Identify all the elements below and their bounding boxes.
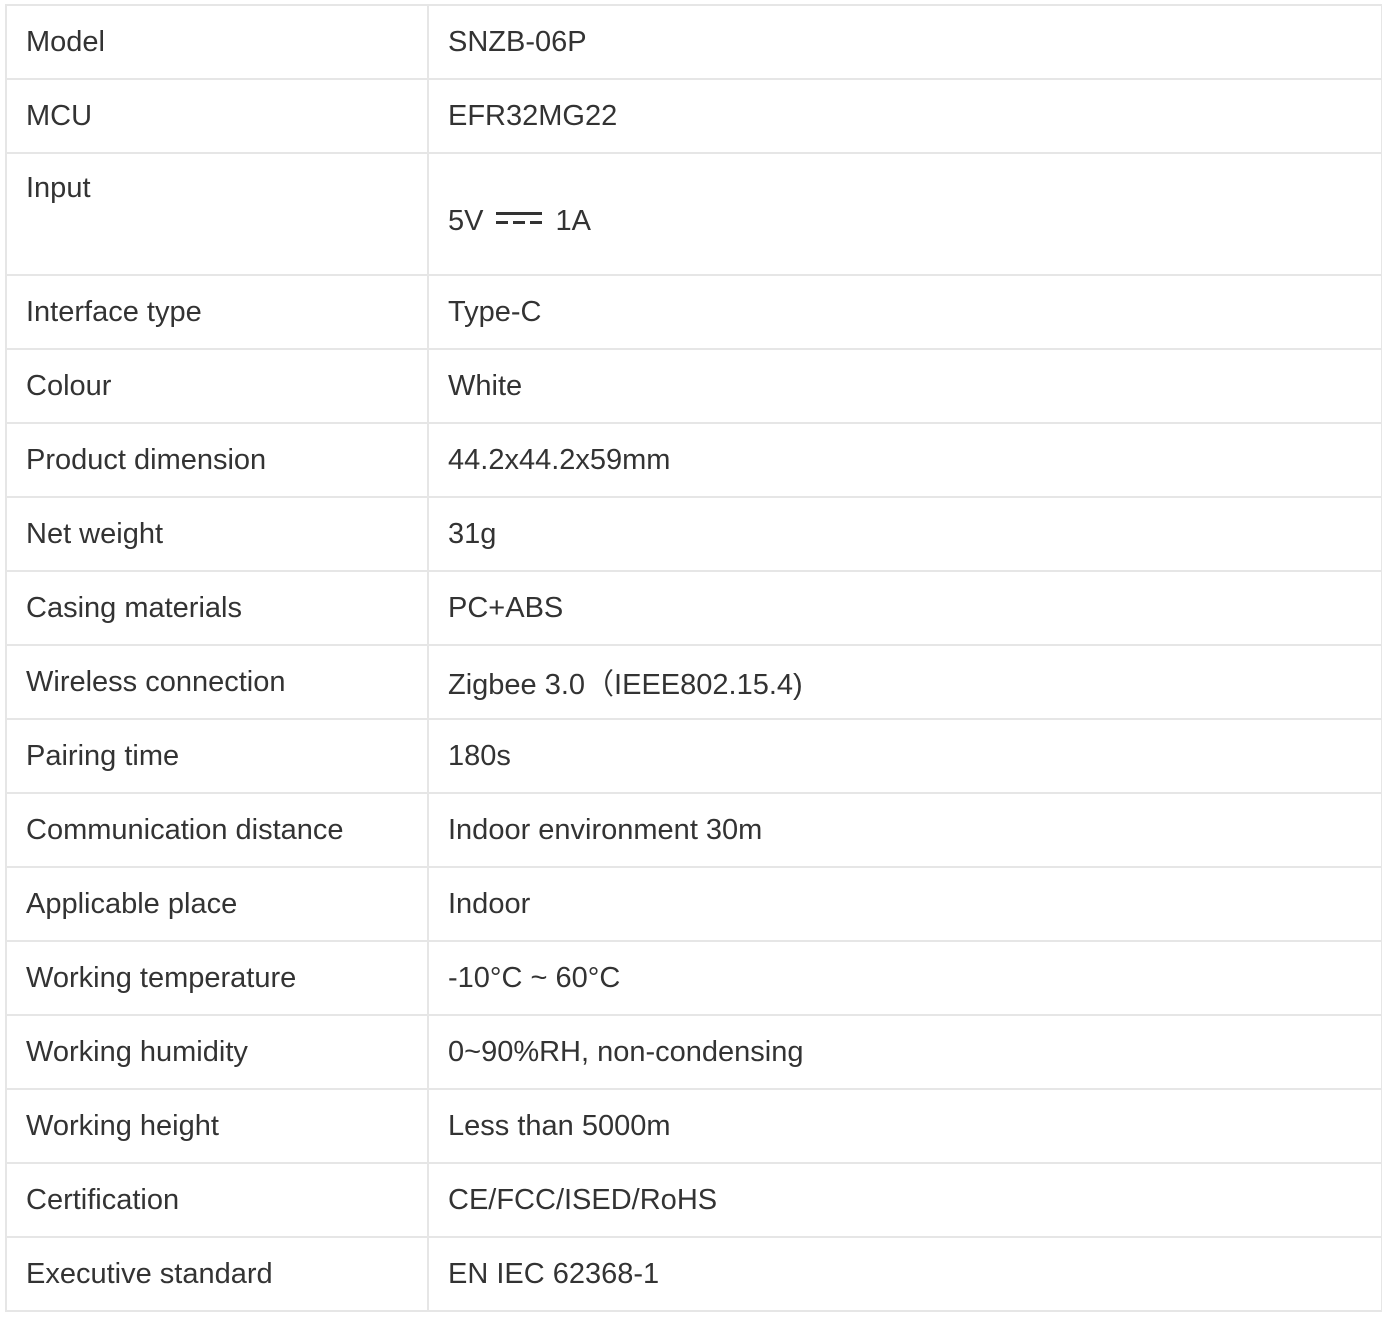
- table-row: Model SNZB-06P: [5, 4, 1382, 80]
- spec-value-net-weight: 31g: [427, 496, 1382, 572]
- spec-label-model: Model: [5, 4, 429, 80]
- spec-value-applicable-place: Indoor: [427, 866, 1382, 942]
- table-row: Wireless connection Zigbee 3.0（IEEE802.1…: [5, 644, 1382, 720]
- spec-value-executive-standard: EN IEC 62368-1: [427, 1236, 1382, 1312]
- spec-value-communication-distance: Indoor environment 30m: [427, 792, 1382, 868]
- spec-label-net-weight: Net weight: [5, 496, 429, 572]
- spec-label-certification: Certification: [5, 1162, 429, 1238]
- spec-label-input: Input: [5, 152, 429, 276]
- spec-label-casing-materials: Casing materials: [5, 570, 429, 646]
- input-current: 1A: [555, 205, 591, 237]
- table-row: Executive standard EN IEC 62368-1: [5, 1236, 1382, 1312]
- spec-label-applicable-place: Applicable place: [5, 866, 429, 942]
- spec-label-communication-distance: Communication distance: [5, 792, 429, 868]
- table-row: Working height Less than 5000m: [5, 1088, 1382, 1164]
- spec-label-working-height: Working height: [5, 1088, 429, 1164]
- spec-label-working-humidity: Working humidity: [5, 1014, 429, 1090]
- spec-value-wireless-connection: Zigbee 3.0（IEEE802.15.4): [427, 644, 1382, 720]
- spec-label-pairing-time: Pairing time: [5, 718, 429, 794]
- table-row: Applicable place Indoor: [5, 866, 1382, 942]
- spec-value-colour: White: [427, 348, 1382, 424]
- table-row: Working temperature -10°C ~ 60°C: [5, 940, 1382, 1016]
- table-row: Communication distance Indoor environmen…: [5, 792, 1382, 868]
- table-row: Net weight 31g: [5, 496, 1382, 572]
- input-voltage: 5V: [448, 205, 484, 237]
- specifications-table: Model SNZB-06P MCU EFR32MG22 Input 5V 1A…: [5, 4, 1382, 1312]
- spec-label-wireless-connection: Wireless connection: [5, 644, 429, 720]
- spec-value-input: 5V 1A: [427, 152, 1382, 276]
- table-row: Interface type Type-C: [5, 274, 1382, 350]
- spec-label-mcu: MCU: [5, 78, 429, 154]
- table-row: Input 5V 1A: [5, 152, 1382, 276]
- table-row: MCU EFR32MG22: [5, 78, 1382, 154]
- table-row: Working humidity 0~90%RH, non-condensing: [5, 1014, 1382, 1090]
- table-row: Casing materials PC+ABS: [5, 570, 1382, 646]
- spec-value-model: SNZB-06P: [427, 4, 1382, 80]
- dc-current-symbol-icon: [496, 211, 543, 226]
- spec-label-executive-standard: Executive standard: [5, 1236, 429, 1312]
- spec-value-working-temperature: -10°C ~ 60°C: [427, 940, 1382, 1016]
- spec-value-interface-type: Type-C: [427, 274, 1382, 350]
- table-row: Product dimension 44.2x44.2x59mm: [5, 422, 1382, 498]
- spec-value-working-humidity: 0~90%RH, non-condensing: [427, 1014, 1382, 1090]
- table-row: Colour White: [5, 348, 1382, 424]
- spec-label-interface-type: Interface type: [5, 274, 429, 350]
- table-row: Certification CE/FCC/ISED/RoHS: [5, 1162, 1382, 1238]
- spec-label-working-temperature: Working temperature: [5, 940, 429, 1016]
- spec-value-mcu: EFR32MG22: [427, 78, 1382, 154]
- spec-value-working-height: Less than 5000m: [427, 1088, 1382, 1164]
- spec-value-certification: CE/FCC/ISED/RoHS: [427, 1162, 1382, 1238]
- spec-value-product-dimension: 44.2x44.2x59mm: [427, 422, 1382, 498]
- table-row: Pairing time 180s: [5, 718, 1382, 794]
- spec-label-colour: Colour: [5, 348, 429, 424]
- spec-label-product-dimension: Product dimension: [5, 422, 429, 498]
- spec-value-pairing-time: 180s: [427, 718, 1382, 794]
- spec-value-casing-materials: PC+ABS: [427, 570, 1382, 646]
